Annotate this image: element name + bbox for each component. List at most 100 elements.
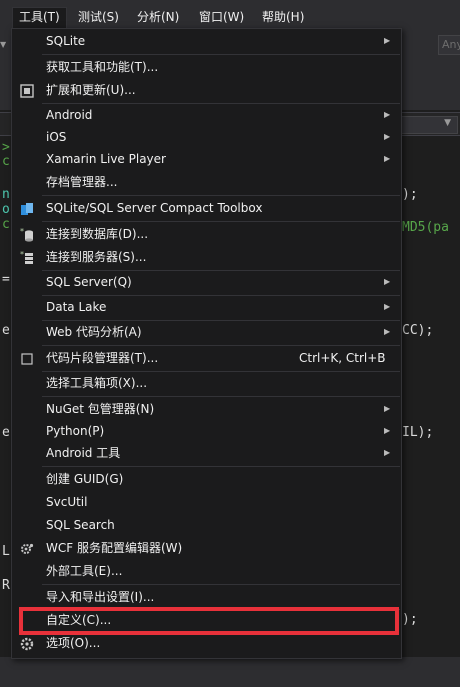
gutter-char: e — [2, 323, 10, 338]
svg-text:*: * — [20, 228, 24, 236]
gutter-char: c — [2, 217, 10, 232]
menu-separator — [42, 466, 400, 467]
menu-item-label: 连接到数据库(D)... — [46, 227, 149, 241]
options-gear-icon — [20, 636, 34, 651]
submenu-arrow-icon: ▶ — [384, 277, 391, 286]
connect-database-icon: * — [20, 227, 34, 242]
menu-item-external-tools[interactable]: 外部工具(E)... — [12, 560, 401, 582]
menu-item-xamarin-live-player[interactable]: Xamarin Live Player ▶ — [12, 148, 401, 170]
tools-menu-dropdown: SQLite ▶ 获取工具和功能(T)... 扩展和更新(U)... Andro… — [11, 28, 402, 659]
menu-item-get-tools[interactable]: 获取工具和功能(T)... — [12, 56, 401, 78]
menu-item-connect-database[interactable]: * 连接到数据库(D)... — [12, 223, 401, 245]
menu-item-label: 选项(O)... — [46, 636, 101, 650]
code-fragment: IL); — [402, 425, 434, 440]
menu-item-choose-toolbox-items[interactable]: 选择工具箱项(X)... — [12, 372, 401, 394]
connect-server-icon: * — [20, 250, 34, 264]
svg-text:*: * — [20, 251, 24, 259]
menu-window[interactable]: 窗口(W) — [197, 8, 246, 26]
highlight-annotation-box — [19, 607, 399, 635]
gutter-char: n — [2, 187, 10, 202]
submenu-arrow-icon: ▶ — [384, 302, 391, 311]
menu-item-label: 创建 GUID(G) — [46, 472, 124, 486]
menu-help[interactable]: 帮助(H) — [260, 8, 306, 26]
code-fragment: MD5(pa — [402, 220, 449, 235]
menu-item-label: Android — [46, 108, 93, 122]
status-bar — [0, 657, 460, 687]
member-combo[interactable]: ▼ — [400, 116, 458, 134]
gutter-char: R — [2, 578, 10, 593]
menu-item-archive-manager[interactable]: 存档管理器... — [12, 171, 401, 193]
submenu-arrow-icon: ▶ — [384, 327, 391, 336]
menu-item-label: 导入和导出设置(I)... — [46, 590, 155, 604]
menu-item-snippet-manager[interactable]: 代码片段管理器(T)... Ctrl+K, Ctrl+B — [12, 347, 401, 369]
menu-item-label: Xamarin Live Player — [46, 152, 166, 166]
submenu-arrow-icon: ▶ — [384, 448, 391, 457]
menu-item-sql-server[interactable]: SQL Server(Q) ▶ — [12, 271, 401, 293]
menu-item-nuget[interactable]: NuGet 包管理器(N) ▶ — [12, 398, 401, 420]
menu-item-ios[interactable]: iOS ▶ — [12, 126, 401, 148]
menu-item-sqlite-toolbox[interactable]: SQLite/SQL Server Compact Toolbox — [12, 197, 401, 219]
menu-separator — [42, 221, 400, 222]
menu-item-label: SvcUtil — [46, 495, 88, 509]
menu-item-extensions[interactable]: 扩展和更新(U)... — [12, 79, 401, 101]
code-fragment: ); — [402, 187, 418, 202]
gutter-char: o — [2, 202, 10, 217]
menu-item-label: SQL Server(Q) — [46, 275, 132, 289]
menu-item-label: Data Lake — [46, 300, 107, 314]
menu-separator — [42, 584, 400, 585]
wcf-gear-icon — [20, 541, 34, 555]
menu-separator — [42, 195, 400, 196]
menu-item-label: 选择工具箱项(X)... — [46, 376, 148, 390]
gutter-char: L — [2, 544, 10, 559]
gutter-char: e — [2, 425, 10, 440]
menu-item-connect-server[interactable]: * 连接到服务器(S)... — [12, 246, 401, 268]
menu-item-label: WCF 服务配置编辑器(W) — [46, 541, 183, 555]
menu-item-sqlite[interactable]: SQLite ▶ — [12, 30, 401, 52]
chevron-down-icon: ▼ — [444, 118, 451, 128]
menu-item-data-lake[interactable]: Data Lake ▶ — [12, 296, 401, 318]
gutter-char: c — [2, 154, 10, 169]
menu-item-sql-search[interactable]: SQL Search — [12, 514, 401, 536]
submenu-arrow-icon: ▶ — [384, 426, 391, 435]
menu-item-label: 获取工具和功能(T)... — [46, 60, 159, 74]
extensions-icon — [20, 83, 34, 98]
database-toolbox-icon — [20, 201, 34, 215]
menu-item-label: iOS — [46, 130, 67, 144]
gutter-char: > — [2, 140, 10, 155]
menu-item-android[interactable]: Android ▶ — [12, 104, 401, 126]
menu-item-label: Android 工具 — [46, 446, 121, 460]
menu-item-options[interactable]: 选项(O)... — [12, 632, 401, 654]
menu-item-android-tools[interactable]: Android 工具 ▶ — [12, 442, 401, 464]
menu-item-label: 扩展和更新(U)... — [46, 83, 136, 97]
snippet-icon — [20, 351, 34, 365]
menu-item-label: Web 代码分析(A) — [46, 325, 142, 339]
menu-test[interactable]: 测试(S) — [76, 8, 121, 26]
menu-item-create-guid[interactable]: 创建 GUID(G) — [12, 468, 401, 490]
menu-separator — [42, 396, 400, 397]
menu-item-label: Python(P) — [46, 424, 105, 438]
menu-item-web-code-analysis[interactable]: Web 代码分析(A) ▶ — [12, 321, 401, 343]
menu-item-label: 连接到服务器(S)... — [46, 250, 147, 264]
menu-item-import-export-settings[interactable]: 导入和导出设置(I)... — [12, 586, 401, 608]
toolbar-dropdown-icon[interactable]: ▼ — [0, 40, 10, 50]
platform-combo[interactable]: Any — [438, 35, 460, 55]
submenu-arrow-icon: ▶ — [384, 110, 391, 119]
submenu-arrow-icon: ▶ — [384, 36, 391, 45]
menu-item-label: SQL Search — [46, 518, 115, 532]
menu-item-svcutil[interactable]: SvcUtil — [12, 491, 401, 513]
menu-item-label: SQLite/SQL Server Compact Toolbox — [46, 201, 263, 215]
menu-item-label: NuGet 包管理器(N) — [46, 402, 155, 416]
menu-item-label: 存档管理器... — [46, 175, 118, 189]
gutter-char: = — [2, 272, 10, 287]
menu-item-python[interactable]: Python(P) ▶ — [12, 420, 401, 442]
code-fragment: CC); — [402, 323, 434, 338]
menu-item-label: SQLite — [46, 34, 86, 48]
menu-separator — [42, 54, 400, 55]
menu-item-label: 外部工具(E)... — [46, 564, 123, 578]
code-fragment: ); — [402, 612, 418, 627]
submenu-arrow-icon: ▶ — [384, 404, 391, 413]
menu-item-label: 代码片段管理器(T)... — [46, 351, 159, 365]
menu-item-wcf-config-editor[interactable]: WCF 服务配置编辑器(W) — [12, 537, 401, 559]
menu-separator — [42, 345, 400, 346]
menu-analyze[interactable]: 分析(N) — [135, 8, 181, 26]
